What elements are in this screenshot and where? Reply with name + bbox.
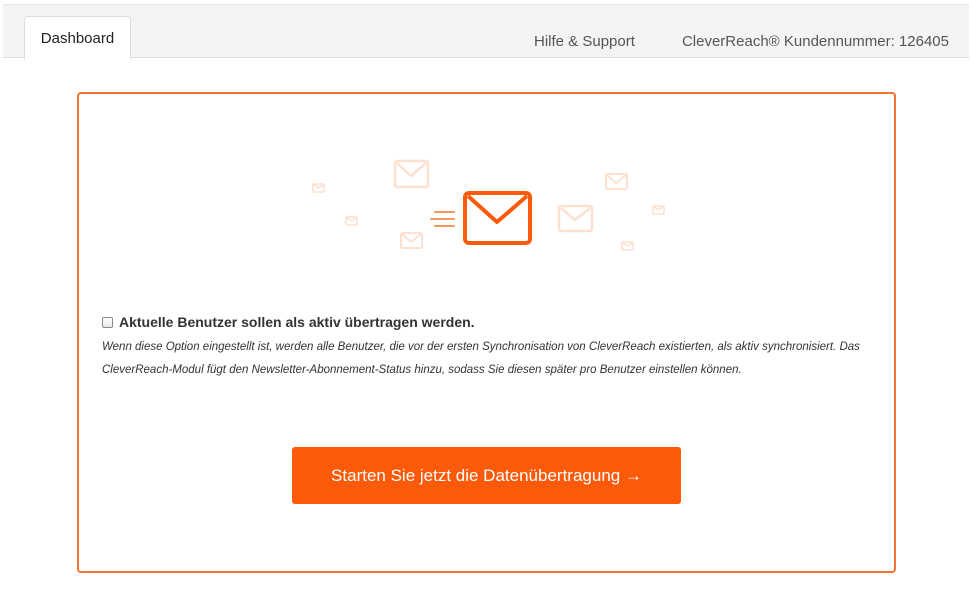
- page: Dashboard Hilfe & Support CleverReach® K…: [0, 0, 972, 616]
- envelope-icon: [345, 216, 358, 226]
- customer-number: CleverReach® Kundennummer: 126405: [681, 33, 949, 50]
- envelope-icon: [557, 204, 594, 233]
- top-nav-bar: Dashboard Hilfe & Support CleverReach® K…: [3, 4, 969, 60]
- sync-option-label: Aktuelle Benutzer sollen als aktiv übert…: [119, 314, 475, 330]
- sync-card: Aktuelle Benutzer sollen als aktiv übert…: [77, 92, 896, 573]
- envelope-icon: [463, 191, 532, 245]
- motion-lines-icon: [430, 211, 455, 227]
- sync-option-row: Aktuelle Benutzer sollen als aktiv übert…: [102, 314, 475, 330]
- envelope-icon: [605, 173, 628, 190]
- envelope-icon: [312, 183, 325, 193]
- envelope-icon: [393, 159, 430, 189]
- start-transfer-button[interactable]: Starten Sie jetzt die Datenübertragung →: [292, 447, 681, 504]
- help-support-link[interactable]: Hilfe & Support: [534, 33, 635, 50]
- sync-active-users-checkbox[interactable]: [102, 316, 113, 328]
- tab-dashboard[interactable]: Dashboard: [24, 16, 131, 60]
- envelope-illustration: [312, 159, 665, 251]
- envelope-icon: [400, 232, 423, 249]
- envelope-icon: [652, 205, 665, 215]
- sync-option-description: Wenn diese Option eingestellt ist, werde…: [102, 341, 860, 376]
- envelope-icon: [621, 241, 634, 251]
